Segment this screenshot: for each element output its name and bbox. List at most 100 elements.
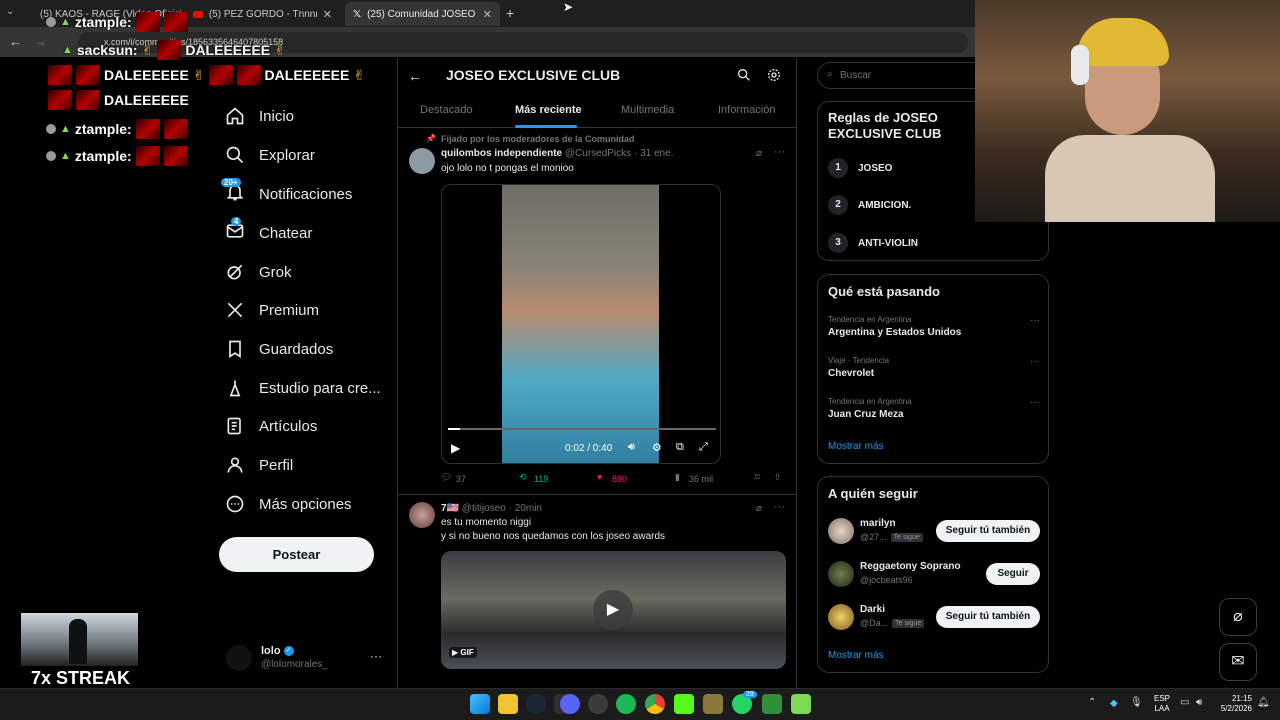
trend-item[interactable]: Tendencia en Argentina Juan Cruz Meza ··…: [828, 397, 1040, 420]
nav-label: Grok: [259, 263, 292, 281]
follow-button[interactable]: Seguir: [986, 563, 1040, 585]
language-indicator[interactable]: ESP LAA: [1154, 694, 1170, 714]
discord-icon[interactable]: [560, 694, 580, 714]
back-arrow-icon[interactable]: ←: [9, 34, 22, 49]
search-box[interactable]: ⌕ Buscar: [817, 62, 987, 89]
follow-back-button[interactable]: Seguir tú también: [936, 520, 1040, 542]
pip-icon[interactable]: ⧉: [676, 441, 684, 454]
settings-gear-icon[interactable]: [766, 67, 782, 83]
back-button[interactable]: ←: [408, 68, 422, 84]
chat-line: DALEEEEEE ✌ DALEEEEEE ✌: [48, 65, 365, 85]
post-author[interactable]: 7🇺🇸: [441, 503, 459, 514]
account-switcher[interactable]: lolo ✓ @lolomorales_ ···: [226, 643, 386, 673]
messages-float-button[interactable]: ✉: [1219, 643, 1257, 681]
show-more-link[interactable]: Mostrar más: [828, 650, 884, 661]
steam-icon[interactable]: [526, 694, 546, 714]
trend-more-icon[interactable]: ···: [1030, 315, 1040, 326]
nav-guardados[interactable]: Guardados: [225, 334, 333, 364]
spotify-icon[interactable]: [616, 694, 636, 714]
obs-icon[interactable]: [588, 694, 608, 714]
chevron-up-icon[interactable]: ⌃: [1088, 697, 1096, 708]
play-icon[interactable]: ▶: [451, 441, 460, 455]
microphone-icon[interactable]: 🎙︎: [1130, 697, 1143, 708]
show-more-link[interactable]: Mostrar más: [828, 441, 884, 452]
search-icon[interactable]: [736, 67, 752, 83]
reply-icon[interactable]: 💬︎: [441, 472, 452, 483]
grok-float-button[interactable]: ⌀: [1219, 598, 1257, 636]
settings-icon[interactable]: ⚙: [652, 441, 662, 454]
tab-list-button[interactable]: ⌄: [6, 6, 20, 20]
close-tab-icon[interactable]: ✕: [483, 8, 492, 21]
forward-arrow-icon[interactable]: →: [34, 34, 47, 49]
tab-informacion[interactable]: Información: [718, 104, 775, 116]
nav-chatear[interactable]: 4 Chatear: [225, 217, 312, 248]
chrome-icon[interactable]: [645, 694, 665, 714]
nav-articulos[interactable]: Artículos: [225, 411, 317, 441]
post-more-icon[interactable]: ···: [774, 501, 785, 513]
nav-mas-opciones[interactable]: Más opciones: [225, 489, 352, 519]
app-icon[interactable]: [762, 694, 782, 714]
tab-destacado[interactable]: Destacado: [420, 104, 473, 116]
follow-suggestion[interactable]: Reggaetony Soprano @jocbeats96 Seguir: [828, 560, 1040, 592]
browser-tab-x-community[interactable]: 𝕏 (25) Comunidad JOSEO EXCLUSIVE CLUB / …: [345, 2, 500, 26]
grok-icon[interactable]: ⌀: [756, 503, 762, 514]
new-tab-button[interactable]: +: [506, 5, 514, 21]
fullscreen-icon[interactable]: ⤢: [699, 441, 708, 454]
browser-tab-pez-gordo[interactable]: (5) PEZ GORDO - Tnnnn - YouTube ✕: [185, 2, 340, 26]
play-button[interactable]: ▶: [593, 590, 633, 630]
file-explorer-icon[interactable]: [498, 694, 518, 714]
nav-inicio[interactable]: Inicio: [225, 101, 294, 131]
gif-media[interactable]: ▶ ▶ GIF: [441, 551, 786, 669]
trend-item[interactable]: Tendencia en Argentina Argentina y Estad…: [828, 315, 1040, 338]
follow-suggestion[interactable]: Darki @Da... Te sigue Seguir tú también: [828, 603, 1040, 635]
like-icon[interactable]: ♥: [597, 472, 602, 482]
volume-icon[interactable]: 🔊︎: [1196, 697, 1202, 708]
trend-more-icon[interactable]: ···: [1030, 356, 1040, 367]
notification-bell-icon[interactable]: 🔔︎: [1257, 697, 1270, 708]
trend-context: Tendencia en Argentina: [828, 397, 912, 406]
trend-item[interactable]: Viaje · Tendencia Chevrolet ···: [828, 356, 1040, 379]
views-icon[interactable]: ▮: [675, 472, 680, 483]
trend-more-icon[interactable]: ···: [1030, 397, 1040, 408]
account-more-icon[interactable]: ···: [370, 649, 382, 663]
tab-mas-reciente[interactable]: Más reciente: [515, 104, 582, 116]
rule-item[interactable]: 3 ANTI-VIOLIN: [828, 233, 918, 253]
follow-suggestion[interactable]: marilyn @27... Te sigue Seguir tú tambié…: [828, 517, 1040, 549]
app-icon[interactable]: [703, 694, 723, 714]
bookmark-icon[interactable]: ⌑: [755, 472, 760, 483]
close-tab-icon[interactable]: ✕: [323, 8, 332, 21]
kick-icon[interactable]: [674, 694, 694, 714]
nav-estudio[interactable]: Estudio para cre...: [225, 373, 381, 403]
rule-item[interactable]: 2 AMBICION.: [828, 195, 911, 215]
nav-premium[interactable]: Premium: [225, 295, 319, 325]
follow-back-button[interactable]: Seguir tú también: [936, 606, 1040, 628]
nav-perfil[interactable]: Perfil: [225, 450, 293, 480]
clock[interactable]: 21:15 5/2/2026: [1212, 694, 1252, 714]
video-progress-track[interactable]: [448, 428, 716, 430]
windows-start-icon[interactable]: [470, 694, 490, 714]
rule-item[interactable]: 1 JOSEO: [828, 158, 892, 178]
search-icon: ⌕: [827, 69, 833, 80]
nav-explorar[interactable]: Explorar: [225, 140, 315, 170]
layout-code: LAA: [1154, 704, 1170, 713]
grok-icon[interactable]: ⌀: [756, 148, 762, 159]
nav-notificaciones[interactable]: 20+ Notificaciones: [221, 178, 352, 209]
chat-line: ▲ sacksun: ✌ DALEEEEEE ✌: [62, 40, 286, 60]
clock-date: 5/2/2026: [1220, 704, 1252, 713]
share-icon[interactable]: ⇧: [774, 472, 782, 483]
like-count: 890: [612, 474, 628, 484]
emote-icon: [163, 119, 188, 139]
repost-icon[interactable]: ⟲: [519, 472, 527, 483]
volume-icon[interactable]: 🔊︎: [628, 441, 635, 454]
post-more-icon[interactable]: ···: [774, 146, 785, 158]
emote-icon: [236, 65, 261, 85]
tray-icon[interactable]: ◆: [1110, 698, 1118, 709]
network-icon[interactable]: ▭: [1180, 697, 1189, 708]
post-button[interactable]: Postear: [219, 537, 374, 572]
tab-multimedia[interactable]: Multimedia: [621, 104, 674, 116]
badge-icon: ▲: [60, 150, 71, 162]
app-icon[interactable]: [791, 694, 811, 714]
post-author[interactable]: quilombos independiente: [441, 148, 562, 159]
video-player[interactable]: ▶ 0:02 / 0:40 🔊︎ ⚙ ⧉ ⤢: [441, 184, 721, 464]
nav-grok[interactable]: Grok: [225, 257, 292, 287]
